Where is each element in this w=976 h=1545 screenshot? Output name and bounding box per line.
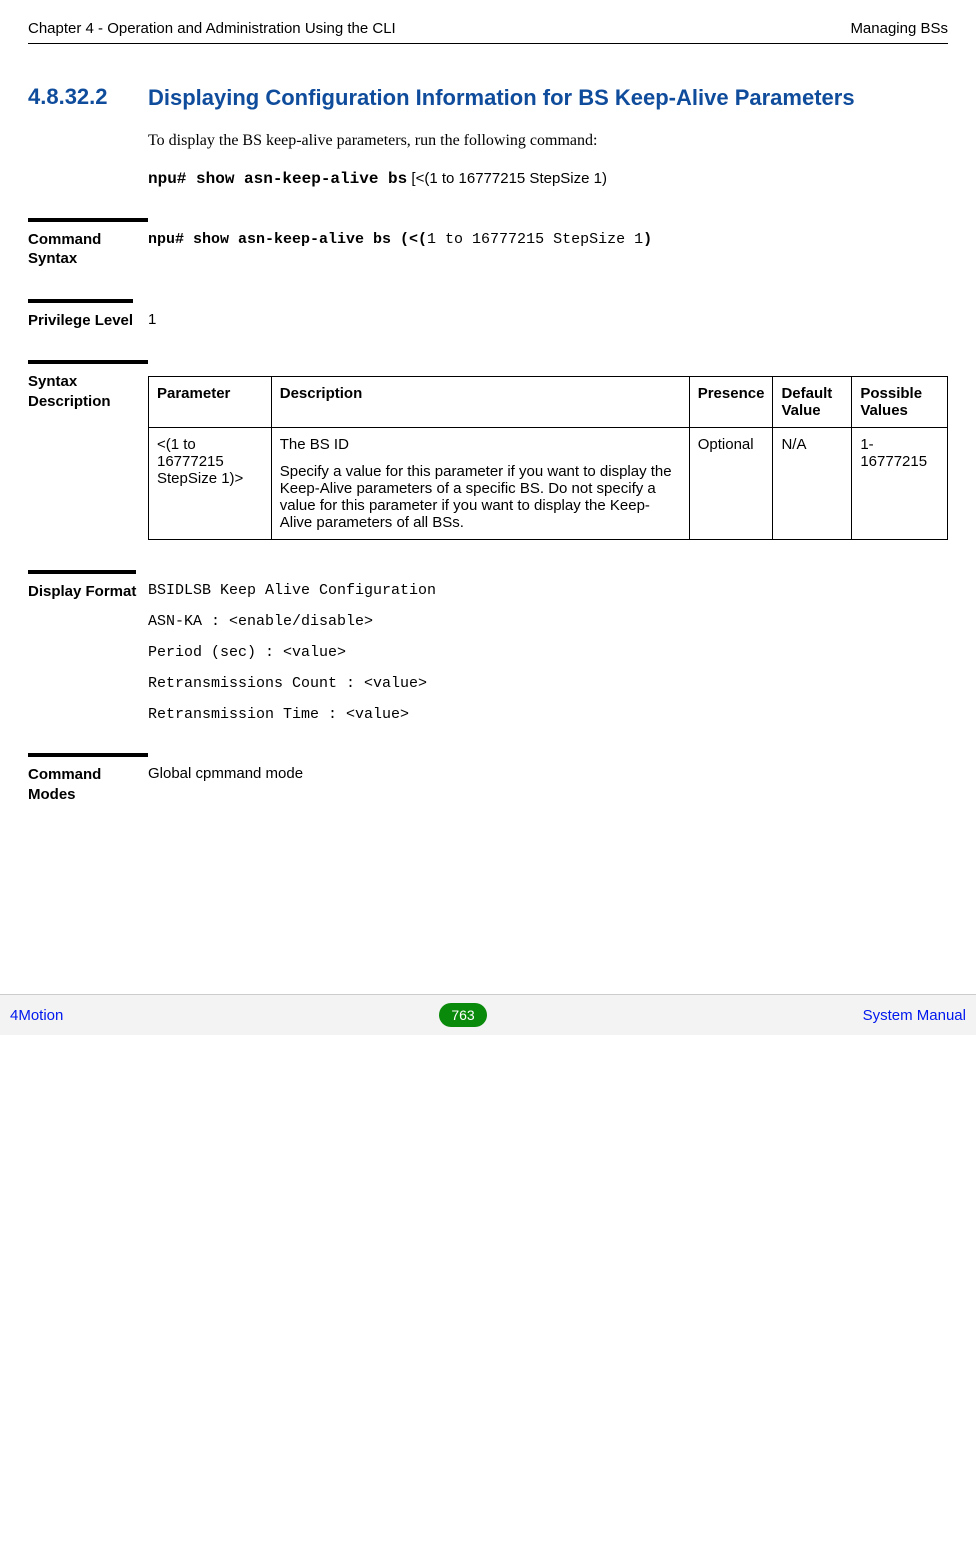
section-number: 4.8.32.2 <box>28 84 148 112</box>
syntax-description-label: Syntax Description <box>28 360 148 411</box>
page-footer: 4Motion 763 System Manual <box>0 994 976 1035</box>
cmd-syntax-mid: 1 to 16777215 StepSize 1 <box>427 231 643 248</box>
cell-presence: Optional <box>689 428 773 540</box>
running-header: Chapter 4 - Operation and Administration… <box>28 20 948 44</box>
th-presence: Presence <box>689 377 773 428</box>
command-syntax-label: Command Syntax <box>28 218 148 269</box>
cell-default: N/A <box>773 428 852 540</box>
display-line: Retransmission Time : <value> <box>148 706 948 723</box>
cmd-syntax-bold-a: npu# show asn-keep-alive bs (<( <box>148 231 427 248</box>
table-header-row: Parameter Description Presence Default V… <box>149 377 948 428</box>
intro-text: To display the BS keep-alive parameters,… <box>148 132 948 150</box>
command-example: npu# show asn-keep-alive bs [<(1 to 1677… <box>148 170 948 188</box>
display-line: ASN-KA : <enable/disable> <box>148 613 948 630</box>
cell-description: The BS ID Specify a value for this param… <box>271 428 689 540</box>
display-line: Period (sec) : <value> <box>148 644 948 661</box>
th-default: Default Value <box>773 377 852 428</box>
section-heading: 4.8.32.2 Displaying Configuration Inform… <box>28 84 948 112</box>
page: Chapter 4 - Operation and Administration… <box>0 0 976 814</box>
desc-line2: Specify a value for this parameter if yo… <box>280 463 681 531</box>
th-description: Description <box>271 377 689 428</box>
command-bold: npu# show asn-keep-alive bs <box>148 170 407 188</box>
cell-parameter: <(1 to 16777215 StepSize 1)> <box>149 428 272 540</box>
cmd-syntax-bold-b: ) <box>643 231 652 248</box>
footer-left: 4Motion <box>10 1007 63 1024</box>
page-number-pill: 763 <box>439 1003 486 1027</box>
command-trail: [<(1 to 16777215 StepSize 1) <box>407 170 607 187</box>
th-possible: Possible Values <box>852 377 948 428</box>
display-format-block: Display Format BSIDLSB Keep Alive Config… <box>28 570 948 723</box>
th-parameter: Parameter <box>149 377 272 428</box>
command-syntax-block: Command Syntax npu# show asn-keep-alive … <box>28 218 948 269</box>
display-line: Retransmissions Count : <value> <box>148 675 948 692</box>
cell-possible: 1-16777215 <box>852 428 948 540</box>
display-line: BSIDLSB Keep Alive Configuration <box>148 582 948 599</box>
privilege-block: Privilege Level 1 <box>28 299 948 331</box>
command-modes-label: Command Modes <box>28 753 148 804</box>
section-title: Displaying Configuration Information for… <box>148 84 855 112</box>
display-format-label: Display Format <box>28 570 136 602</box>
privilege-value: 1 <box>148 299 948 328</box>
command-modes-value: Global cpmmand mode <box>148 753 948 782</box>
header-left: Chapter 4 - Operation and Administration… <box>28 20 396 37</box>
header-right: Managing BSs <box>850 20 948 37</box>
footer-right: System Manual <box>863 1007 966 1024</box>
command-modes-block: Command Modes Global cpmmand mode <box>28 753 948 804</box>
privilege-label: Privilege Level <box>28 299 133 331</box>
table-row: <(1 to 16777215 StepSize 1)> The BS ID S… <box>149 428 948 540</box>
syntax-description-block: Syntax Description Parameter Description… <box>28 360 948 540</box>
syntax-table: Parameter Description Presence Default V… <box>148 376 948 540</box>
desc-line1: The BS ID <box>280 436 681 453</box>
